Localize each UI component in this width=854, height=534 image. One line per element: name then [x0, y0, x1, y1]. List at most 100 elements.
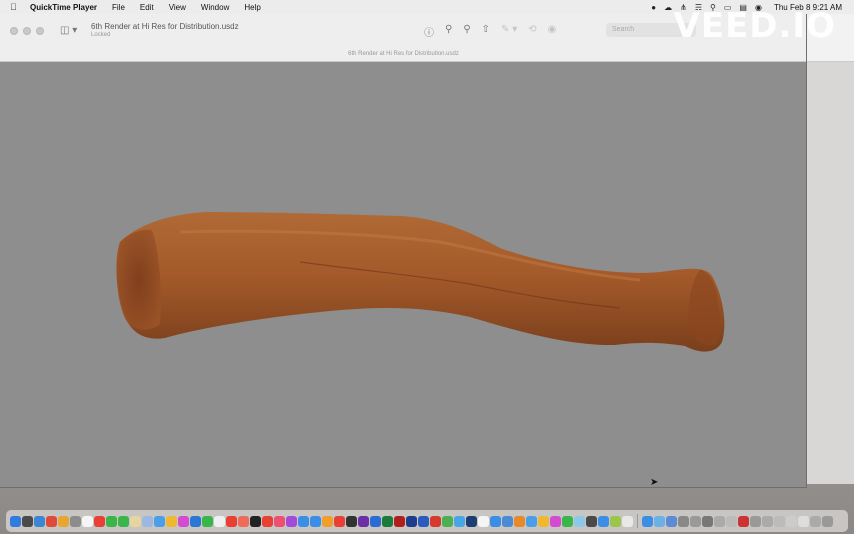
dock-app-icon[interactable]: [334, 515, 345, 527]
dock-app-icon[interactable]: [166, 515, 177, 527]
dock-app-icon[interactable]: [678, 515, 689, 527]
dock-app-icon[interactable]: [514, 515, 525, 527]
dock-app-icon[interactable]: [94, 515, 105, 527]
record-icon[interactable]: ●: [651, 3, 656, 12]
dock-app-icon[interactable]: [666, 515, 677, 527]
dock-app-icon[interactable]: [598, 515, 609, 527]
dock-app-icon[interactable]: [382, 515, 393, 527]
dock-app-icon[interactable]: [178, 515, 189, 527]
dock-app-icon[interactable]: [274, 515, 285, 527]
menu-file[interactable]: File: [112, 3, 125, 12]
dock-app-icon[interactable]: [574, 515, 585, 527]
bone-model[interactable]: [0, 62, 807, 488]
dock-app-icon[interactable]: [202, 515, 213, 527]
document-subtitle: Locked: [91, 32, 111, 38]
quicktime-window: ◫ ▾ 6th Render at Hi Res for Distributio…: [0, 14, 807, 488]
dock-app-icon[interactable]: [690, 515, 701, 527]
dock-app-icon[interactable]: [34, 515, 45, 527]
dock-app-icon[interactable]: [46, 515, 57, 527]
info-icon[interactable]: ⓘ: [424, 24, 434, 39]
menu-app-name[interactable]: QuickTime Player: [30, 3, 97, 12]
dock-app-icon[interactable]: [394, 515, 405, 527]
dock-app-icon[interactable]: [642, 515, 653, 527]
apple-icon[interactable]: : [10, 2, 20, 12]
dock-app-icon[interactable]: [226, 515, 237, 527]
dock-app-icon[interactable]: [654, 515, 665, 527]
dock-app-icon[interactable]: [726, 515, 737, 527]
dock-app-icon[interactable]: [466, 515, 477, 527]
minimize-button[interactable]: [23, 27, 31, 35]
dock-separator: [637, 514, 638, 528]
dock-app-icon[interactable]: [538, 515, 549, 527]
dock-app-icon[interactable]: [58, 515, 69, 527]
share-icon[interactable]: ⇧: [482, 24, 490, 39]
dock-app-icon[interactable]: [454, 515, 465, 527]
dock-app-icon[interactable]: [774, 515, 785, 527]
menu-window[interactable]: Window: [201, 3, 229, 12]
dock-app-icon[interactable]: [786, 515, 797, 527]
dock-app-icon[interactable]: [430, 515, 441, 527]
dock-app-icon[interactable]: [822, 515, 833, 527]
dock-app-icon[interactable]: [130, 515, 141, 527]
dock-app-icon[interactable]: [562, 515, 573, 527]
dock-app-icon[interactable]: [502, 515, 513, 527]
dock-app-icon[interactable]: [346, 515, 357, 527]
dock-app-icon[interactable]: [190, 515, 201, 527]
dock-app-icon[interactable]: [526, 515, 537, 527]
traffic-lights: [10, 27, 44, 35]
menu-edit[interactable]: Edit: [140, 3, 154, 12]
dock-app-icon[interactable]: [702, 515, 713, 527]
background-window[interactable]: [807, 14, 854, 484]
close-button[interactable]: [10, 27, 18, 35]
zoom-out-icon[interactable]: ⚲: [445, 24, 452, 39]
dock-app-icon[interactable]: [586, 515, 597, 527]
dock-app-icon[interactable]: [798, 515, 809, 527]
dock-app-icon[interactable]: [442, 515, 453, 527]
dock-app-icon[interactable]: [738, 515, 749, 527]
menu-help[interactable]: Help: [244, 3, 260, 12]
dock-app-icon[interactable]: [70, 515, 81, 527]
dock-app-icon[interactable]: [10, 515, 21, 527]
zoom-in-icon[interactable]: ⚲: [463, 24, 470, 39]
dock-app-icon[interactable]: [610, 515, 621, 527]
dock-app-icon[interactable]: [810, 515, 821, 527]
window-title: 6th Render at Hi Res for Distribution.us…: [348, 51, 459, 57]
dock-app-icon[interactable]: [762, 515, 773, 527]
dock-app-icon[interactable]: [750, 515, 761, 527]
dock-app-icon[interactable]: [370, 515, 381, 527]
annotate-icon[interactable]: ◉: [548, 24, 557, 39]
dock-app-icon[interactable]: [622, 515, 633, 527]
dock-app-icon[interactable]: [310, 515, 321, 527]
dock-app-icon[interactable]: [118, 515, 129, 527]
dock-app-icon[interactable]: [154, 515, 165, 527]
dock-app-icon[interactable]: [490, 515, 501, 527]
rotate-icon[interactable]: ⟲: [528, 24, 536, 39]
veed-watermark: VEED.IO: [673, 6, 836, 46]
dock-app-icon[interactable]: [262, 515, 273, 527]
dock-app-icon[interactable]: [142, 515, 153, 527]
dock-app-icon[interactable]: [250, 515, 261, 527]
dock-app-icon[interactable]: [298, 515, 309, 527]
dock-app-icon[interactable]: [550, 515, 561, 527]
dock-app-icon[interactable]: [82, 515, 93, 527]
dock-app-icon[interactable]: [478, 515, 489, 527]
dock-app-icon[interactable]: [714, 515, 725, 527]
sidebar-toggle-icon[interactable]: ◫ ▾: [60, 25, 77, 36]
dock-app-icon[interactable]: [106, 515, 117, 527]
dock: [6, 510, 848, 532]
dock-app-icon[interactable]: [406, 515, 417, 527]
3d-viewer[interactable]: [0, 62, 807, 488]
dock-app-icon[interactable]: [358, 515, 369, 527]
dock-app-icon[interactable]: [238, 515, 249, 527]
dock-app-icon[interactable]: [286, 515, 297, 527]
menu-view[interactable]: View: [169, 3, 186, 12]
dock-app-icon[interactable]: [214, 515, 225, 527]
dock-app-icon[interactable]: [322, 515, 333, 527]
dock-app-icon[interactable]: [22, 515, 33, 527]
dock-app-icon[interactable]: [418, 515, 429, 527]
markup-icon[interactable]: ✎ ▾: [501, 24, 517, 39]
creative-cloud-icon[interactable]: ☁: [664, 3, 672, 12]
toolbar: ⓘ ⚲ ⚲ ⇧ ✎ ▾ ⟲ ◉: [424, 24, 556, 39]
document-title: 6th Render at Hi Res for Distribution.us…: [91, 22, 239, 31]
zoom-button[interactable]: [36, 27, 44, 35]
